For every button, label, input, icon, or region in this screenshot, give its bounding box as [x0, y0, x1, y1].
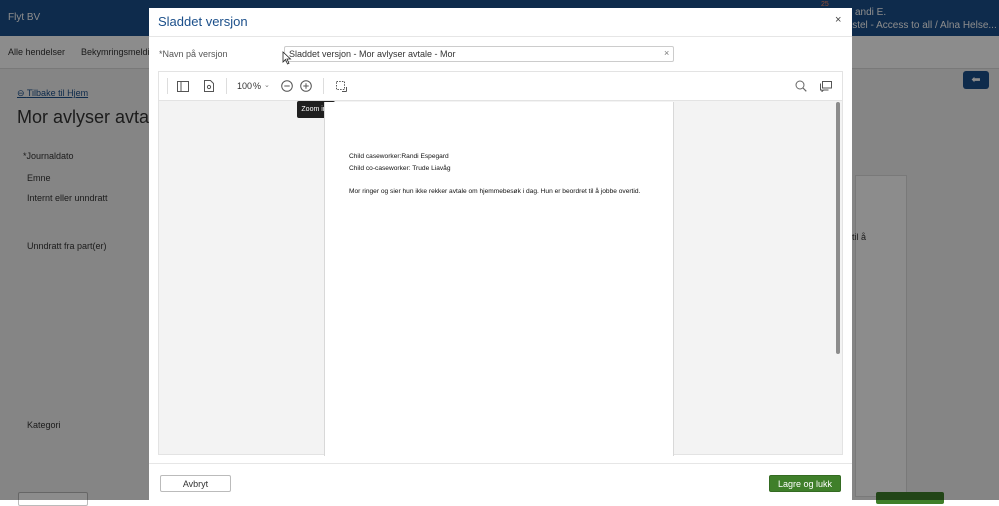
document-line-co-caseworker: Child co-caseworker: Trude Liavåg [349, 165, 451, 172]
document-line-body: Mor ringer og sier hun ikke rekker avtal… [349, 188, 641, 195]
document-icon[interactable] [201, 78, 217, 94]
footer-divider [149, 463, 852, 464]
pdf-viewer: 100% ⌄ Zoom inn Child caseworker:Randi E… [158, 71, 843, 456]
search-icon[interactable] [793, 78, 809, 94]
document-page: Child caseworker:Randi Espegard Child co… [324, 102, 674, 456]
modal-title: Sladdet versjon [158, 14, 248, 29]
document-line-caseworker: Child caseworker:Randi Espegard [349, 153, 449, 160]
toolbar-divider [323, 78, 324, 94]
zoom-unit: % [253, 81, 262, 91]
chevron-down-icon[interactable]: ⌄ [264, 78, 270, 94]
close-button[interactable]: × [835, 14, 841, 26]
viewer-toolbar: 100% ⌄ [159, 72, 842, 101]
zoom-out-icon[interactable] [279, 78, 295, 94]
comments-icon[interactable] [818, 78, 834, 94]
save-and-close-button[interactable]: Lagre og lukk [769, 475, 841, 492]
zoom-in-icon[interactable] [298, 78, 314, 94]
zoom-value: 100 [237, 81, 253, 91]
header-divider [149, 36, 852, 37]
cancel-button[interactable]: Avbryt [160, 475, 231, 492]
close-icon: × [835, 14, 842, 26]
version-name-label: *Navn på versjon [159, 49, 228, 59]
clear-input-icon[interactable]: × [664, 48, 669, 58]
select-area-icon[interactable] [333, 78, 349, 94]
viewer-scrollbar[interactable] [836, 102, 840, 354]
toolbar-divider [167, 78, 168, 94]
sidebar-toggle-icon[interactable] [175, 78, 191, 94]
sladdet-versjon-dialog: Sladdet versjon × *Navn på versjon × 100… [149, 8, 852, 500]
mouse-cursor-icon [282, 51, 292, 65]
version-name-input[interactable] [284, 46, 674, 62]
toolbar-divider [226, 78, 227, 94]
